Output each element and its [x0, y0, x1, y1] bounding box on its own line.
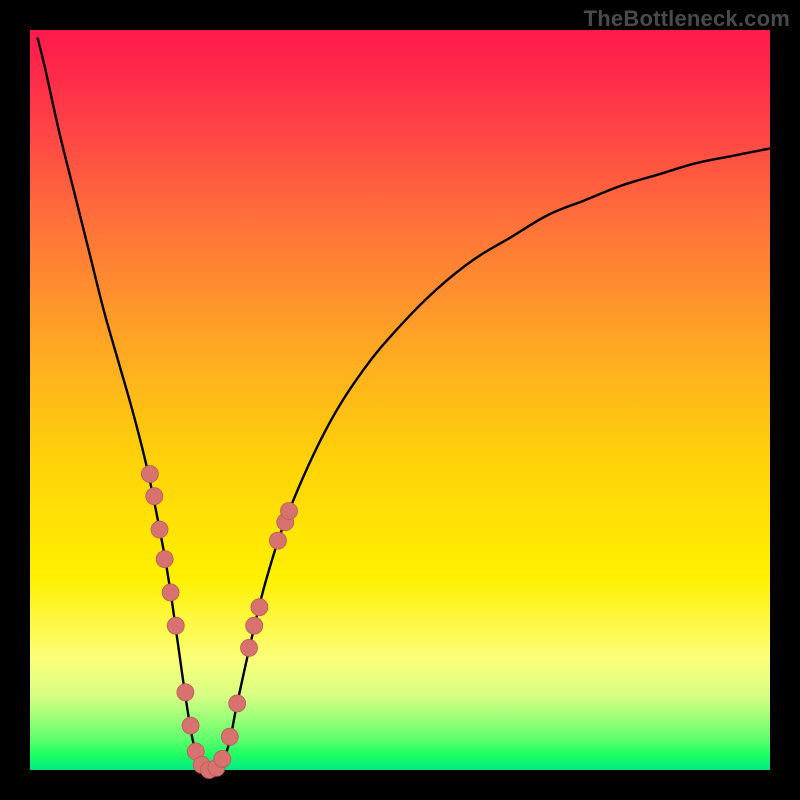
curve-marker [241, 639, 258, 656]
bottleneck-curve [37, 37, 770, 771]
curve-marker [141, 466, 158, 483]
curve-marker [246, 617, 263, 634]
curve-marker [269, 532, 286, 549]
curve-marker [156, 551, 173, 568]
curve-marker [182, 717, 199, 734]
outer-frame: TheBottleneck.com [0, 0, 800, 800]
curve-marker [214, 750, 231, 767]
curve-marker [151, 521, 168, 538]
watermark-text: TheBottleneck.com [584, 6, 790, 32]
curve-marker [167, 617, 184, 634]
curve-marker [146, 488, 163, 505]
chart-overlay [30, 30, 770, 770]
curve-marker [221, 728, 238, 745]
curve-marker [229, 695, 246, 712]
curve-marker [162, 584, 179, 601]
curve-marker [251, 599, 268, 616]
curve-marker [177, 684, 194, 701]
curve-markers [141, 466, 297, 779]
curve-marker [281, 503, 298, 520]
